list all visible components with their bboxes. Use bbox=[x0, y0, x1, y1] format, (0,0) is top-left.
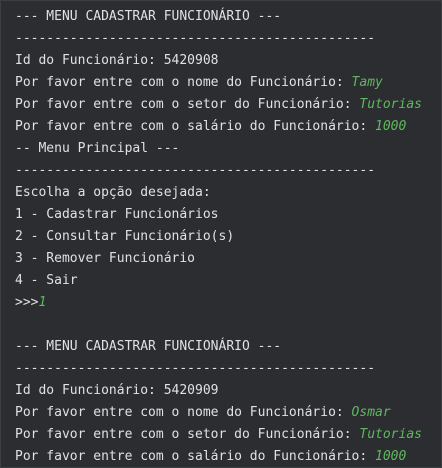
console-line-text: --- MENU CADASTRAR FUNCIONÁRIO --- bbox=[15, 9, 282, 24]
console-line-text: Escolha a opção desejada: bbox=[15, 185, 211, 200]
console-line: -- Menu Principal --- bbox=[15, 138, 439, 160]
console-line-text: Por favor entre com o setor do Funcionár… bbox=[15, 97, 360, 112]
console-line: Por favor entre com o setor do Funcionár… bbox=[15, 94, 439, 116]
console-line-text: Id do Funcionário: 5420909 bbox=[15, 383, 219, 398]
console-line: ----------------------------------------… bbox=[15, 160, 439, 182]
console-line-text: Por favor entre com o setor do Funcionár… bbox=[15, 427, 360, 442]
console-line-text: 4 - Sair bbox=[15, 273, 78, 288]
console-line-text: Por favor entre com o salário do Funcion… bbox=[15, 449, 376, 464]
console-line: Escolha a opção desejada: bbox=[15, 182, 439, 204]
console-lines: --- MENU CADASTRAR FUNCIONÁRIO --- -----… bbox=[15, 6, 439, 467]
console-line: Por favor entre com o salário do Funcion… bbox=[15, 446, 439, 467]
console-line: ----------------------------------------… bbox=[15, 358, 439, 380]
console-line: 1 - Cadastrar Funcionários bbox=[15, 204, 439, 226]
console-line: --- MENU CADASTRAR FUNCIONÁRIO --- bbox=[15, 336, 439, 358]
console-line-text: ----------------------------------------… bbox=[15, 31, 376, 46]
console-line: ----------------------------------------… bbox=[15, 28, 439, 50]
user-input-text: 1000 bbox=[375, 119, 407, 134]
user-input-text: Tamy bbox=[351, 75, 383, 90]
console-line-text: 1 - Cadastrar Funcionários bbox=[15, 207, 219, 222]
console-line: Por favor entre com o setor do Funcionár… bbox=[15, 424, 439, 446]
console-output-panel[interactable]: --- MENU CADASTRAR FUNCIONÁRIO --- -----… bbox=[0, 0, 442, 468]
console-line: Por favor entre com o nome do Funcionári… bbox=[15, 402, 439, 424]
console-prompt: >>> bbox=[15, 295, 39, 310]
console-line-text: Por favor entre com o salário do Funcion… bbox=[15, 119, 376, 134]
console-line-text: 2 - Consultar Funcionário(s) bbox=[15, 229, 235, 244]
user-input-text: Osmar bbox=[351, 405, 391, 420]
console-line-text: Id do Funcionário: 5420908 bbox=[15, 53, 219, 68]
console-line-text: ----------------------------------------… bbox=[15, 163, 376, 178]
console-line: 4 - Sair bbox=[15, 270, 439, 292]
console-line: Id do Funcionário: 5420908 bbox=[15, 50, 439, 72]
console-line-text: ----------------------------------------… bbox=[15, 361, 376, 376]
console-line-text: -- Menu Principal --- bbox=[15, 141, 180, 156]
console-line: 2 - Consultar Funcionário(s) bbox=[15, 226, 439, 248]
user-input-text: 1000 bbox=[375, 449, 407, 464]
console-line-text: --- MENU CADASTRAR FUNCIONÁRIO --- bbox=[15, 339, 282, 354]
user-input-text: Tutorias bbox=[359, 97, 422, 112]
console-line: >>>1 bbox=[15, 292, 439, 314]
console-line-text: Por favor entre com o nome do Funcionári… bbox=[15, 405, 352, 420]
console-line: 3 - Remover Funcionário bbox=[15, 248, 439, 270]
user-input-text: Tutorias bbox=[359, 427, 422, 442]
console-line: Id do Funcionário: 5420909 bbox=[15, 380, 439, 402]
console-line: Por favor entre com o nome do Funcionári… bbox=[15, 72, 439, 94]
console-line: Por favor entre com o salário do Funcion… bbox=[15, 116, 439, 138]
console-line-text: 3 - Remover Funcionário bbox=[15, 251, 196, 266]
console-line: --- MENU CADASTRAR FUNCIONÁRIO --- bbox=[15, 6, 439, 28]
user-input-text: 1 bbox=[38, 295, 47, 310]
console-line-text: Por favor entre com o nome do Funcionári… bbox=[15, 75, 352, 90]
